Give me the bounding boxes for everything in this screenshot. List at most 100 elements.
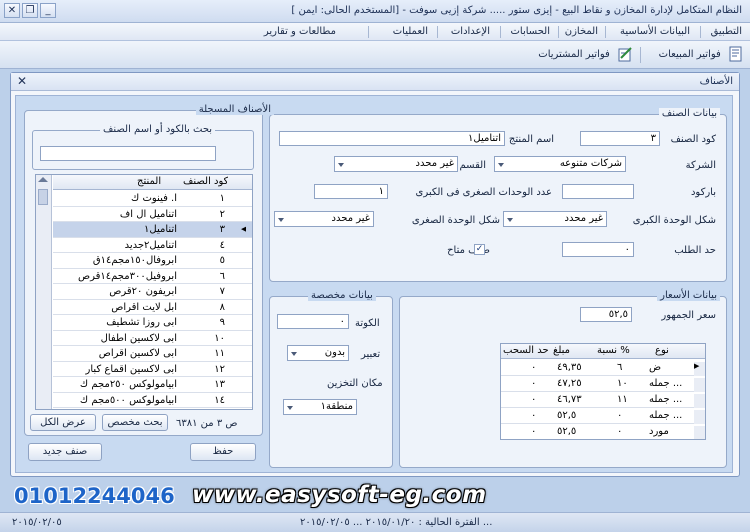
status-period: ... الفترة الحالية : ٢٠١٥/٠١/٢٠ ... ٢٠١٥…: [300, 517, 493, 528]
menu-separator: [605, 26, 606, 38]
col-limit-header: حد السحب: [503, 345, 549, 356]
small-units-field[interactable]: ١: [314, 184, 388, 199]
price-row[interactable]: ٠ ٤٩,٣٥ ٦ ض ▶: [501, 360, 705, 376]
scroll-thumb[interactable]: [38, 189, 48, 205]
minimize-window-button[interactable]: _: [40, 3, 56, 18]
product-name-field[interactable]: اتناميل١: [279, 131, 505, 146]
price-row[interactable]: ٠ ٤٧,٢٥ ١٠ جمله ...: [501, 376, 705, 392]
item-code-cell: ١٣: [214, 379, 225, 390]
available-checkbox[interactable]: ✓: [474, 244, 485, 255]
status-bar: ٢٠١٥/٠٢/٠٥ ... الفترة الحالية : ٢٠١٥/٠١/…: [0, 512, 750, 532]
chevron-down-icon: [291, 352, 297, 356]
reorder-field[interactable]: ٠: [562, 242, 634, 257]
purchase-invoices-label: فواتير المشتريات: [538, 49, 610, 60]
item-code-cell: ٢: [219, 208, 225, 220]
scroll-up-icon[interactable]: [38, 177, 48, 182]
item-name-cell: اتناميل١: [144, 224, 177, 235]
barcode-label: باركود: [690, 187, 716, 198]
item-code-cell: ٣: [219, 224, 225, 235]
item-row[interactable]: ابى لاكسين اطفال ١٠: [53, 331, 252, 346]
item-name-cell: ابى روزا تشطيف: [106, 317, 177, 328]
item-row[interactable]: ابروفيل٣٠٠مجم١٤قرص ٦: [53, 269, 252, 284]
menu-settings[interactable]: الإعدادات: [451, 26, 490, 37]
item-code-field[interactable]: ٣: [580, 131, 660, 146]
price-row[interactable]: ٠ ٥٢,٥ ٠ جمله ...: [501, 408, 705, 424]
menu-separator: [437, 26, 438, 38]
status-date: ٢٠١٥/٠٢/٠٥: [12, 517, 62, 528]
category-label: القسم: [459, 160, 486, 171]
items-window-title: الأصناف: [699, 76, 733, 87]
big-unit-select[interactable]: غير محدد: [503, 211, 607, 227]
sales-invoices-button[interactable]: فواتير المبيعات: [659, 45, 744, 65]
price-row[interactable]: ٠ ٥٢,٥ ٠ مورد: [501, 424, 705, 439]
barcode-field[interactable]: [562, 184, 634, 199]
item-name-cell: ابى لاكسين اقماع كبار: [85, 363, 177, 375]
quota-field[interactable]: ٠: [277, 314, 349, 329]
public-price-field[interactable]: ٥٢,٥: [580, 307, 632, 322]
item-name-cell: اتناميل ال اف: [119, 208, 177, 220]
item-code-cell: ٧: [219, 286, 225, 297]
menu-bar: التطبيق البيانات الأساسية المخازن الحساب…: [0, 23, 750, 41]
item-row[interactable]: ابيامولوكس ٢٥٠مجم ك ١٣: [53, 377, 252, 393]
menu-reports[interactable]: مطالعات و تقارير: [264, 26, 336, 37]
new-item-button[interactable]: صنف جديد: [28, 443, 102, 461]
phone-number: 01012244046: [14, 484, 175, 508]
menu-accounts[interactable]: الحسابات: [511, 26, 551, 37]
item-code-cell: ١٢: [214, 363, 225, 375]
company-select[interactable]: شركات متنوعه: [494, 156, 626, 172]
storage-select[interactable]: منطقة١: [283, 399, 357, 415]
close-window-button[interactable]: ✕: [4, 3, 20, 18]
item-name-cell: ابى لاكسين اطفال: [100, 332, 177, 344]
chevron-down-icon: [498, 163, 504, 167]
item-row[interactable]: ابى لاكسين اقماع كبار ١٢: [53, 362, 252, 377]
item-row[interactable]: اتناميل١ ٣ ◀: [53, 222, 252, 238]
menu-stores[interactable]: المخازن: [565, 26, 598, 37]
menu-app[interactable]: التطبيق: [711, 26, 742, 37]
row-selector[interactable]: [694, 394, 705, 408]
prices-grid-header: حد السحب مبلغ نسبة % نوع: [501, 344, 705, 359]
purchase-invoices-button[interactable]: فواتير المشتريات: [538, 45, 633, 65]
menu-operations[interactable]: العمليات: [393, 26, 428, 37]
item-row[interactable]: اتناميل٢جديد ٤: [53, 238, 252, 253]
prices-grid[interactable]: حد السحب مبلغ نسبة % نوع ٠ ٤٩,٣٥ ٦ ض ▶ ٠ ٤٧,٢٥…: [500, 343, 706, 440]
price-row[interactable]: ٠ ٤٦,٧٣ ١١ جمله ...: [501, 392, 705, 408]
items-window-titlebar: ✕ الأصناف: [11, 73, 739, 91]
row-selector[interactable]: [694, 378, 705, 392]
row-selector[interactable]: [694, 426, 705, 439]
packaging-select[interactable]: بدون: [287, 345, 349, 361]
item-row[interactable]: ابل لايت اقراص ٨: [53, 300, 252, 315]
items-grid-scrollbar[interactable]: [36, 175, 52, 409]
item-code-cell: ٤: [219, 239, 225, 251]
row-selector[interactable]: [694, 410, 705, 424]
show-all-button[interactable]: عرض الكل: [30, 414, 96, 431]
restore-window-button[interactable]: ❐: [22, 3, 38, 18]
item-code-cell: ٨: [219, 301, 225, 313]
menu-basic-data[interactable]: البيانات الأساسية: [620, 26, 690, 37]
item-code-cell: ٦: [219, 270, 225, 282]
item-row[interactable]: ابروفال١٥٠مجم١٤ق ٥: [53, 253, 252, 269]
pen-invoice-icon: [618, 47, 632, 62]
custom-search-button[interactable]: بحث مخصص: [102, 414, 168, 431]
col-code-header: كود الصنف: [183, 176, 229, 187]
price-limit-cell: ٠: [531, 378, 537, 389]
current-row-indicator-icon: ◀: [241, 225, 247, 233]
item-name-cell: ابروفيل٣٠٠مجم١٤قرص: [77, 270, 177, 282]
item-row[interactable]: ابيامولوكس ٥٠٠مجم ك ١٤: [53, 393, 252, 408]
item-row[interactable]: ابى لاكسين اقراص ١١: [53, 346, 252, 362]
items-grid[interactable]: المنتج كود الصنف ا. فينوت ك ١ اتناميل ال ا…: [35, 174, 253, 410]
item-code-cell: ١١: [214, 348, 225, 359]
items-grid-header: المنتج كود الصنف: [53, 175, 252, 190]
category-select[interactable]: غير محدد: [334, 156, 458, 172]
small-unit-select[interactable]: غير محدد: [274, 211, 374, 227]
close-icon[interactable]: ✕: [17, 74, 27, 88]
item-row[interactable]: ا. فينوت ك ١: [53, 191, 252, 207]
item-row[interactable]: ابى روزا تشطيف ٩: [53, 315, 252, 331]
save-button[interactable]: حفظ: [190, 443, 256, 461]
current-row-indicator-icon[interactable]: ▶: [694, 362, 705, 376]
item-row[interactable]: اتناميل ال اف ٢: [53, 207, 252, 222]
price-amount-cell: ٥٢,٥: [557, 426, 577, 437]
item-row[interactable]: ابريفون ٢٠قرص ٧: [53, 284, 252, 300]
sales-invoices-label: فواتير المبيعات: [658, 49, 721, 60]
item-name-cell: ابيامولوكس ٢٥٠مجم ك: [79, 379, 177, 390]
search-input[interactable]: [40, 146, 216, 161]
